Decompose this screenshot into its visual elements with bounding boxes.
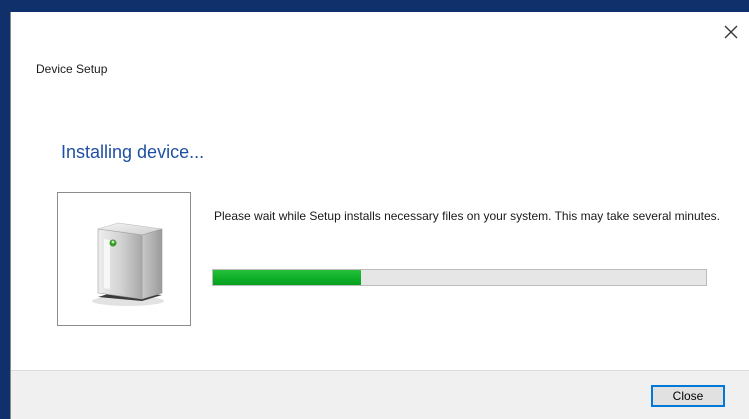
device-setup-window: Device Setup Installing device... Please… — [10, 12, 749, 419]
close-button[interactable]: Close — [651, 385, 725, 407]
device-image-frame — [57, 192, 191, 326]
progress-bar-fill — [213, 270, 361, 285]
close-icon[interactable] — [719, 20, 743, 44]
progress-bar — [212, 269, 707, 286]
footer-bar: Close — [11, 370, 749, 419]
page-heading: Installing device... — [61, 142, 205, 162]
device-icon — [92, 222, 164, 306]
window-title: Device Setup — [36, 62, 108, 76]
status-message: Please wait while Setup installs necessa… — [214, 209, 720, 223]
